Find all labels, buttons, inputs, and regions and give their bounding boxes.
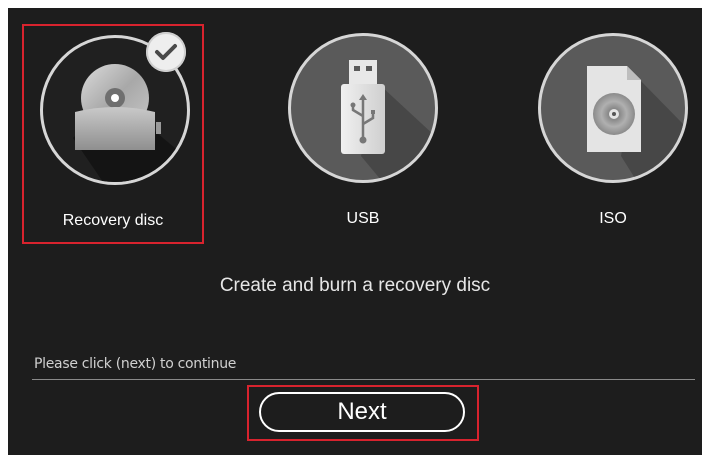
option-usb[interactable]: USB xyxy=(272,24,454,244)
option-iso[interactable]: ISO xyxy=(522,24,704,244)
divider xyxy=(32,379,695,380)
next-button-highlight: Next xyxy=(247,385,479,441)
checkmark-icon xyxy=(146,32,186,72)
iso-file-icon xyxy=(538,33,688,183)
next-button[interactable]: Next xyxy=(259,392,465,432)
headline: Create and burn a recovery disc xyxy=(219,275,491,296)
option-label-usb: USB xyxy=(346,210,380,227)
hint-text: Please click (next) to continue xyxy=(34,356,237,372)
option-label-recovery-disc: Recovery disc xyxy=(62,212,164,229)
usb-drive-icon xyxy=(288,33,438,183)
option-recovery-disc[interactable]: Recovery disc xyxy=(22,24,204,244)
recovery-media-panel: Recovery disc USB ISO Create and burn a … xyxy=(8,8,702,455)
option-label-iso: ISO xyxy=(599,210,627,227)
